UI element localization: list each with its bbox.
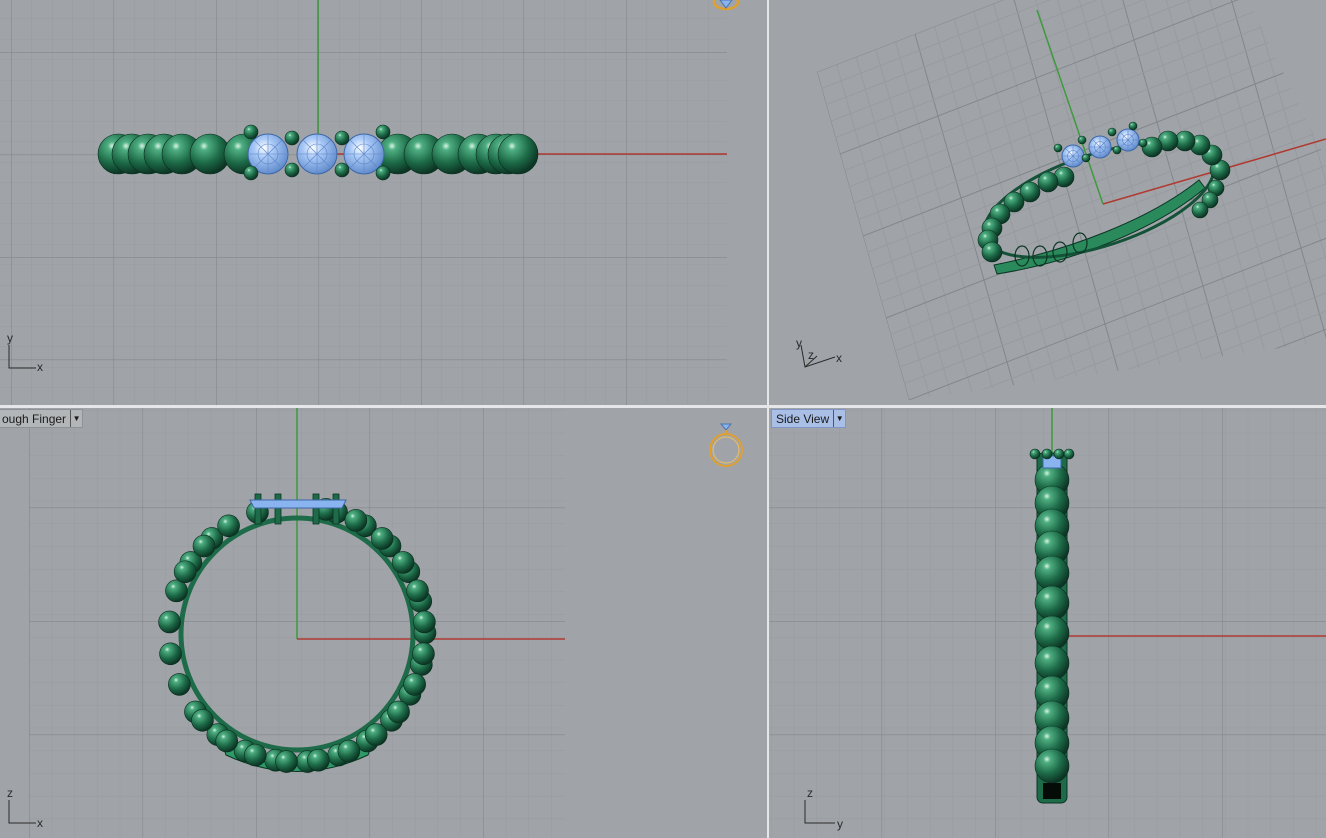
bead [191, 709, 214, 732]
bead [1034, 555, 1070, 591]
prong [1107, 127, 1117, 137]
bead [159, 642, 182, 666]
axis-tripod-icon: y z x [796, 336, 842, 368]
bead [217, 514, 240, 538]
bead [370, 527, 394, 550]
prong [1112, 145, 1122, 155]
gemstone [1088, 135, 1112, 159]
viewport-front[interactable]: z x ough Finger ▼ [0, 408, 767, 838]
bead [344, 509, 368, 532]
bead [165, 579, 188, 603]
prong [284, 162, 300, 178]
bead [1034, 748, 1070, 784]
viewport-title-side[interactable]: Side View ▼ [771, 409, 847, 428]
bead [364, 723, 388, 746]
prong [1053, 143, 1063, 153]
prong [1138, 138, 1148, 148]
bead [412, 642, 435, 666]
bead [1034, 615, 1070, 651]
prong [1041, 448, 1053, 460]
prong [1053, 448, 1065, 460]
viewport-title-front[interactable]: ough Finger ▼ [0, 409, 84, 428]
prong [334, 130, 350, 146]
svg-text:x: x [37, 816, 43, 830]
bead [215, 729, 239, 753]
bead [158, 610, 181, 634]
svg-text:z: z [7, 786, 13, 800]
gem-row [249, 499, 347, 509]
svg-text:z: z [807, 786, 813, 800]
prong [1128, 121, 1138, 131]
prong [332, 493, 340, 525]
prong [334, 162, 350, 178]
prong [1063, 448, 1075, 460]
bead [307, 748, 330, 772]
gemstone [296, 133, 338, 175]
bead [275, 750, 298, 773]
construction-plane-grid [817, 0, 1326, 400]
svg-text:z: z [808, 348, 814, 362]
svg-text:y: y [796, 336, 802, 350]
prong [254, 493, 262, 525]
prong [284, 130, 300, 146]
svg-text:x: x [836, 351, 842, 365]
prong [1029, 448, 1041, 460]
bead [413, 610, 436, 634]
bead [981, 241, 1003, 263]
dropdown-arrow-icon[interactable]: ▼ [70, 410, 82, 427]
ring-shank-end [1043, 783, 1061, 799]
bead [192, 534, 216, 558]
prong [243, 165, 259, 181]
prong [274, 493, 282, 525]
bead [497, 133, 539, 175]
prong [375, 124, 391, 140]
bead [1191, 201, 1209, 219]
bead [244, 743, 267, 767]
svg-text:y: y [837, 817, 843, 831]
bead [337, 739, 361, 763]
bead [1034, 645, 1070, 681]
prong [243, 124, 259, 140]
bead [387, 700, 410, 724]
bead [1034, 585, 1070, 621]
prong [1081, 153, 1091, 163]
dropdown-arrow-icon[interactable]: ▼ [833, 410, 845, 427]
prong [312, 493, 320, 525]
prong [375, 165, 391, 181]
prong [1077, 135, 1087, 145]
viewport-title-text: Side View [776, 412, 830, 426]
ring-side-model[interactable] [1029, 448, 1075, 804]
viewport-title-text: ough Finger [2, 412, 67, 426]
bead [406, 579, 429, 603]
gemstone [1061, 144, 1085, 168]
bead [168, 673, 191, 696]
ring-gem-icon [709, 423, 743, 467]
bead [391, 551, 415, 574]
viewport-top[interactable]: y x [0, 0, 767, 405]
viewport-side[interactable]: z y Side View ▼ [769, 408, 1326, 838]
svg-text:x: x [37, 360, 43, 374]
svg-text:y: y [7, 331, 13, 345]
bead [403, 673, 426, 696]
viewport-perspective[interactable]: y z x [769, 0, 1326, 405]
bead [1037, 171, 1059, 193]
bead [173, 560, 197, 584]
